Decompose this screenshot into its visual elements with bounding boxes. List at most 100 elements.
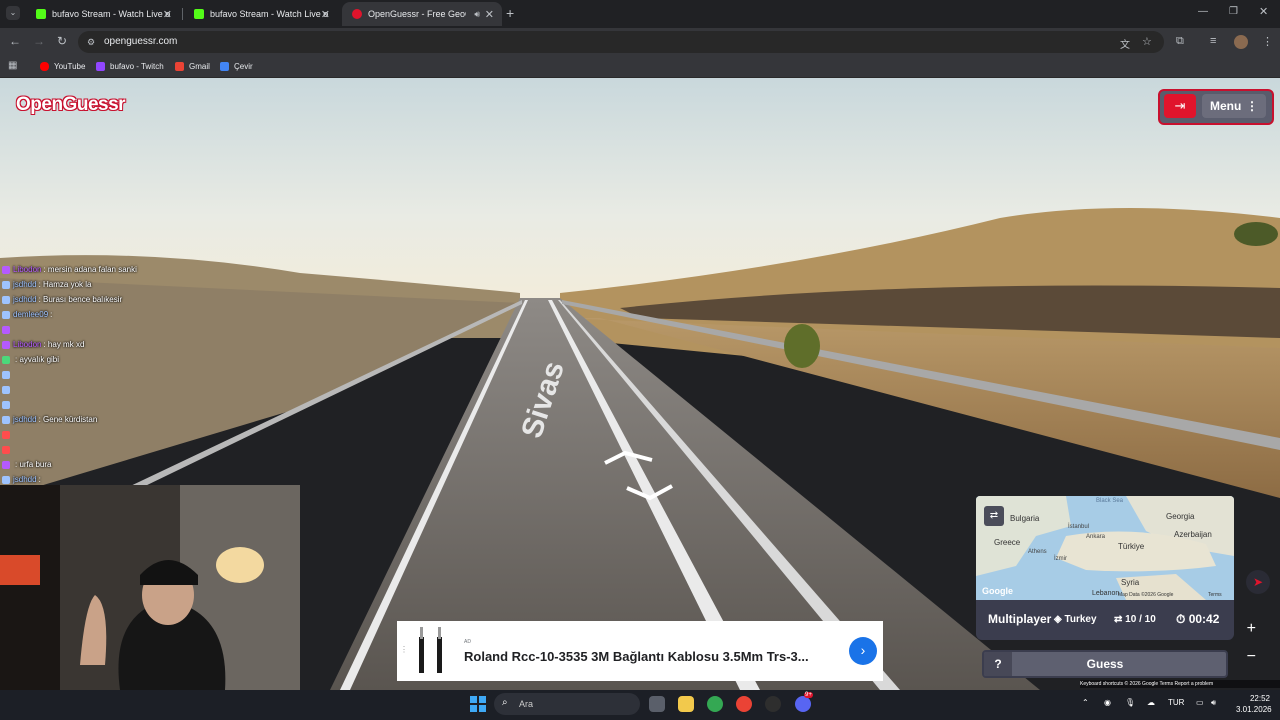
bookmark-twitch[interactable]: bufavo - Twitch (96, 62, 164, 71)
new-tab-button[interactable]: + (506, 5, 514, 21)
chat-username: jsdhdd (13, 475, 37, 484)
bookmark-youtube[interactable]: YouTube (40, 62, 85, 71)
chat-username: Libodon (13, 340, 42, 349)
zoom-out-button[interactable]: − (1247, 648, 1256, 666)
tab-kick-2[interactable]: bufavo Stream - Watch Live on ✕ (184, 2, 338, 26)
badge-icon (2, 280, 10, 289)
chat-message: : ayvalık gibi (2, 352, 302, 367)
help-button[interactable]: ? (984, 652, 1012, 676)
language-indicator[interactable]: TUR (1168, 698, 1184, 707)
chat-message (2, 367, 302, 382)
badge-icon (2, 385, 10, 394)
map-terms-link[interactable]: Terms (1208, 592, 1222, 598)
network-app-icon[interactable]: ◉ (1104, 698, 1111, 707)
cable-product-image (419, 627, 442, 673)
microphone-icon[interactable]: 🎙︎ (1125, 698, 1135, 707)
chat-text: : mersin adana falan sanki (43, 265, 137, 274)
badge-icon (2, 295, 10, 304)
tab-title: bufavo Stream - Watch Live on (210, 9, 328, 19)
exit-button[interactable]: ⇥ (1164, 94, 1196, 118)
back-arrow-icon[interactable]: ← (9, 34, 21, 48)
bookmark-label: YouTube (54, 62, 86, 71)
obs-icon[interactable] (765, 696, 781, 712)
taskbar-search[interactable]: ⌕ Ara (494, 693, 640, 715)
map-label: Bulgaria (1010, 514, 1040, 523)
onedrive-icon[interactable]: ☁ (1147, 698, 1155, 707)
reload-icon[interactable]: ↻ (57, 34, 67, 48)
chrome-icon[interactable] (707, 696, 723, 712)
system-clock[interactable]: 22:52 3.01.2026 (1236, 693, 1272, 715)
volume-icon[interactable]: 🔊︎ (1211, 698, 1216, 708)
discord-icon[interactable] (795, 696, 811, 712)
round-label: 10 / 10 (1125, 614, 1156, 625)
chrome-menu-icon[interactable]: ⋮ (1262, 35, 1273, 48)
map-label: Azerbaijan (1174, 530, 1212, 539)
chat-message (2, 397, 302, 412)
close-icon[interactable]: ✕ (163, 8, 172, 21)
badge-icon (2, 355, 10, 364)
chat-message (2, 427, 302, 442)
guess-minimap[interactable]: ⇄ Black Sea Bulgaria Georgia İstanbul Az… (976, 496, 1234, 600)
extensions-icon[interactable]: ⧉ (1176, 35, 1184, 48)
streamer-webcam (0, 485, 300, 690)
menu-button[interactable]: Menu ⋮ (1202, 94, 1266, 118)
close-icon[interactable]: ✕ (485, 8, 494, 21)
forward-arrow-icon[interactable]: → (33, 34, 45, 48)
task-view-icon[interactable] (649, 696, 665, 712)
ad-title[interactable]: Roland Rcc-10-3535 3M Bağlantı Kablosu 3… (464, 649, 809, 664)
badge-icon (2, 400, 10, 409)
bookmark-translate[interactable]: Çevir (220, 62, 253, 71)
url-text[interactable]: openguessr.com (104, 36, 177, 47)
restore-button[interactable]: ❐ (1229, 6, 1238, 17)
tray-expand-icon[interactable]: ⌃ (1082, 698, 1089, 707)
translate-icon (220, 62, 229, 71)
apps-grid-icon[interactable]: ▦ (8, 60, 17, 71)
chat-text: : (38, 475, 41, 484)
wifi-icon[interactable]: ▭ (1196, 698, 1204, 707)
compass-icon[interactable]: ➤ (1246, 570, 1270, 594)
search-placeholder: Ara (519, 699, 534, 709)
site-info-icon[interactable]: ⚙ (87, 37, 95, 48)
address-bar[interactable] (78, 31, 1164, 53)
menu-label: Menu (1210, 99, 1242, 113)
map-label: İstanbul (1068, 524, 1090, 530)
bookmark-gmail[interactable]: Gmail (175, 62, 210, 71)
map-label: Ankara (1086, 534, 1106, 540)
reading-list-icon[interactable]: ≡ (1210, 35, 1216, 47)
tab-search-button[interactable]: ⌄ (6, 6, 20, 20)
ad-dots-icon[interactable]: ⋮ (400, 645, 408, 654)
chat-text: : ayvalık gibi (15, 355, 60, 364)
profile-avatar[interactable] (1234, 35, 1248, 49)
map-label: Lebanon (1092, 590, 1120, 597)
minimize-button[interactable]: — (1198, 6, 1208, 17)
translate-icon[interactable]: 文 (1120, 36, 1130, 51)
tab-openguessr[interactable]: OpenGuessr - Free GeoGue 🔊︎ ✕ (342, 2, 502, 26)
google-logo: Google (982, 586, 1013, 596)
bookmark-star-icon[interactable]: ☆ (1142, 35, 1152, 48)
zoom-in-button[interactable]: + (1247, 620, 1256, 638)
close-icon[interactable]: ✕ (321, 8, 330, 21)
guess-button[interactable]: ? Guess (982, 650, 1228, 678)
chat-message (2, 322, 302, 337)
map-image[interactable] (976, 496, 1234, 600)
speaker-icon[interactable]: 🔊︎ (474, 9, 480, 20)
bookmarks-bar: ▦ YouTube bufavo - Twitch Gmail Çevir (0, 56, 1280, 78)
badge-icon (2, 475, 10, 484)
file-explorer-icon[interactable] (678, 696, 694, 712)
chevron-right-icon[interactable]: › (849, 637, 877, 665)
openguessr-logo[interactable]: OpenGuessr (16, 94, 126, 116)
windows-start-icon[interactable] (470, 696, 486, 712)
badge-icon (2, 430, 10, 439)
tab-kick-1[interactable]: bufavo Stream - Watch Live on ✕ (26, 2, 180, 26)
map-label: Türkiye (1118, 542, 1145, 551)
guess-label: Guess (1086, 657, 1124, 671)
youtube-icon (40, 62, 49, 71)
chat-message: jsdhdd: Hamza yok la (2, 277, 302, 292)
chrome-active-icon[interactable] (736, 696, 752, 712)
badge-icon (2, 415, 10, 424)
ad-banner[interactable]: ⋮ AD Roland Rcc-10-3535 3M Bağlantı Kabl… (397, 621, 883, 681)
game-mode-label: Multiplayer (988, 612, 1052, 626)
map-expand-icon[interactable]: ⇄ (984, 506, 1004, 526)
chat-message: Libodon: hay mk xd (2, 337, 302, 352)
window-close-button[interactable]: ✕ (1259, 5, 1268, 18)
